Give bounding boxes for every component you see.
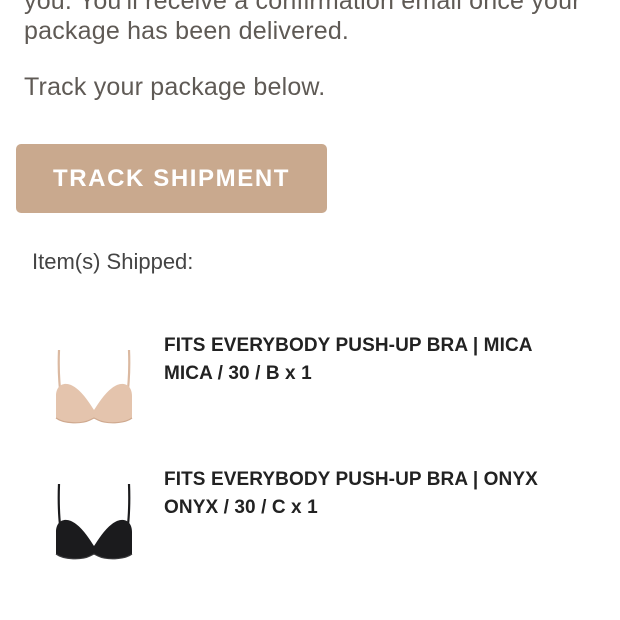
item-variant: MICA / 30 / B x 1 <box>164 363 312 384</box>
bra-nude-image <box>55 349 133 424</box>
delivery-notice-line-2: package has been delivered. <box>24 17 350 45</box>
item-details: FITS EVERYBODY PUSH-UP BRA | MICA MICA /… <box>164 332 533 388</box>
bra-black-image <box>55 483 133 560</box>
item-title: FITS EVERYBODY PUSH-UP BRA | MICA <box>164 335 533 356</box>
item-details: FITS EVERYBODY PUSH-UP BRA | ONYX ONYX /… <box>164 466 538 522</box>
item-variant: ONYX / 30 / C x 1 <box>164 497 318 518</box>
track-shipment-button[interactable]: TRACK SHIPMENT <box>16 144 327 213</box>
delivery-notice-line-1: you. You'll receive a confirmation email… <box>24 0 581 15</box>
delivery-notice-text: you. You'll receive a confirmation email… <box>24 0 620 46</box>
item-title: FITS EVERYBODY PUSH-UP BRA | ONYX <box>164 469 538 490</box>
track-instructions: Track your package below. <box>24 73 326 101</box>
items-shipped-heading: Item(s) Shipped: <box>32 249 194 274</box>
